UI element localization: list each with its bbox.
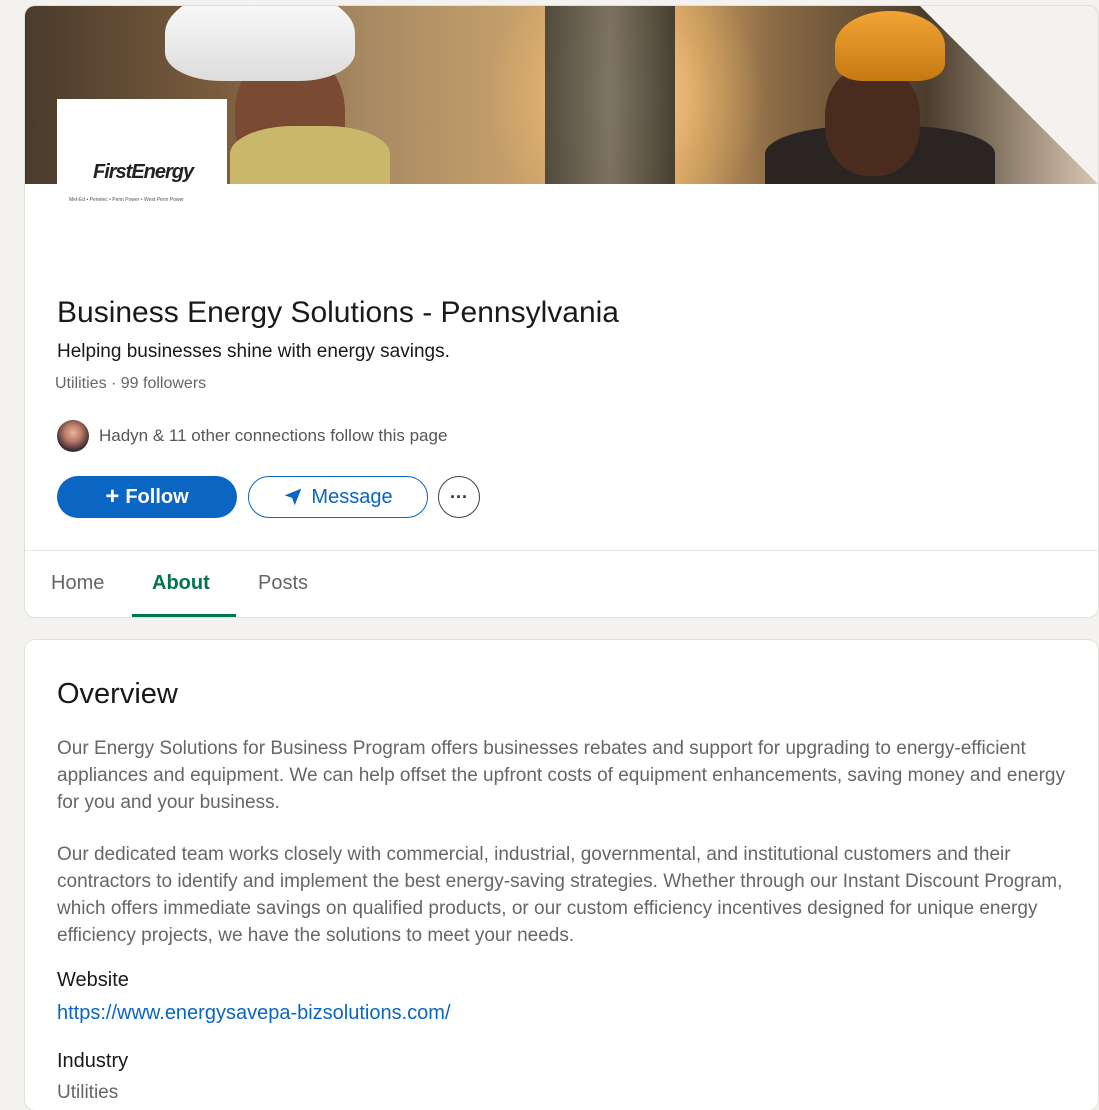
plus-icon: +	[105, 483, 120, 510]
website-link[interactable]: https://www.energysavepa-bizsolutions.co…	[57, 1002, 451, 1025]
company-top-card: FirstEnergy Met-Ed • Penelec • Penn Powe…	[25, 6, 1098, 617]
overview-paragraph: Our dedicated team works closely with co…	[57, 844, 1063, 946]
about-section: Overview Our Energy Solutions for Busine…	[25, 640, 1098, 1110]
connections-text: Hadyn & 11 other connections follow this…	[99, 426, 448, 445]
ellipsis-icon: ···	[450, 486, 468, 507]
company-logo[interactable]: FirstEnergy Met-Ed • Penelec • Penn Powe…	[57, 99, 227, 217]
connections-row[interactable]: Hadyn & 11 other connections follow this…	[57, 420, 447, 452]
company-meta: Utilities · 99 followers	[55, 375, 207, 392]
logo-subtext: Met-Ed • Penelec • Penn Power • West Pen…	[69, 197, 184, 203]
tab-about[interactable]: About	[152, 572, 210, 595]
follow-label: Follow	[125, 485, 189, 508]
message-label: Message	[311, 485, 393, 508]
message-button[interactable]: Message	[248, 476, 428, 518]
more-options-button[interactable]: ···	[438, 476, 480, 518]
tab-home[interactable]: Home	[51, 572, 104, 595]
connection-avatar[interactable]	[57, 420, 89, 452]
tabs-divider	[25, 550, 1098, 551]
follow-button[interactable]: + Follow	[57, 476, 237, 518]
logo-wordmark: FirstEnergy	[93, 161, 194, 183]
industry-value: Utilities	[57, 1082, 119, 1103]
company-name: Business Energy Solutions - Pennsylvania	[57, 296, 619, 329]
active-tab-indicator	[132, 614, 236, 617]
overview-paragraph: Our Energy Solutions for Business Progra…	[57, 738, 1066, 813]
website-label: Website	[57, 969, 129, 991]
overview-title: Overview	[57, 678, 178, 710]
industry-label: Industry	[57, 1050, 129, 1072]
company-tagline: Helping businesses shine with energy sav…	[57, 341, 450, 362]
send-icon	[285, 488, 302, 506]
tab-posts[interactable]: Posts	[258, 572, 308, 595]
